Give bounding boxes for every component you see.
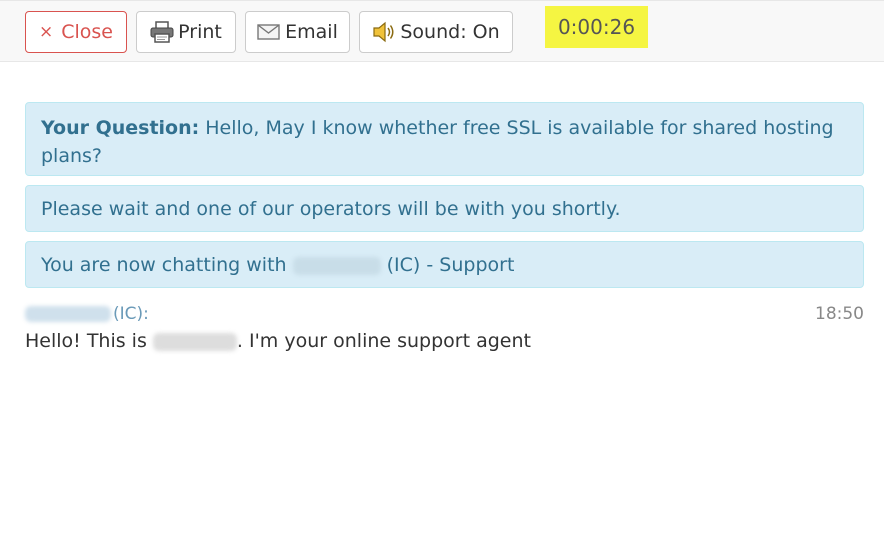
sound-label: Sound: On [400, 21, 500, 43]
chat-toolbar: × Close Print Email Sound: On 0:00:26 [0, 0, 884, 62]
message-text-prefix: Hello! This is [25, 330, 153, 352]
redacted-agent-name [152, 332, 237, 351]
close-label: Close [61, 21, 113, 43]
chatting-suffix: (IC) - Support [380, 254, 515, 276]
email-label: Email [285, 21, 338, 43]
close-button[interactable]: × Close [25, 11, 127, 53]
message-timestamp: 18:50 [815, 304, 864, 324]
question-label: Your Question: [41, 117, 200, 139]
print-label: Print [178, 21, 222, 43]
close-icon: × [38, 22, 54, 42]
message-text-suffix: . I'm your online support agent [236, 330, 531, 352]
print-button[interactable]: Print [136, 11, 236, 53]
chatting-prefix: You are now chatting with [41, 254, 293, 276]
sender-suffix: (IC): [113, 304, 149, 324]
message-sender: (IC): [25, 304, 149, 324]
redacted-operator-name [292, 256, 381, 275]
sound-toggle-button[interactable]: Sound: On [359, 11, 513, 53]
speaker-icon [373, 21, 394, 43]
message-body: Hello! This is . I'm your online support… [25, 330, 531, 352]
chatting-alert: You are now chatting with (IC) - Support [25, 241, 864, 288]
printer-icon [150, 21, 174, 43]
chat-timer: 0:00:26 [545, 6, 648, 48]
redacted-sender-name [25, 306, 111, 322]
envelope-icon [257, 24, 280, 40]
wait-alert: Please wait and one of our operators wil… [25, 185, 864, 232]
email-button[interactable]: Email [245, 11, 350, 53]
message-header: (IC): 18:50 [25, 304, 864, 328]
wait-text: Please wait and one of our operators wil… [41, 198, 621, 220]
question-alert: Your Question: Hello, May I know whether… [25, 102, 864, 176]
